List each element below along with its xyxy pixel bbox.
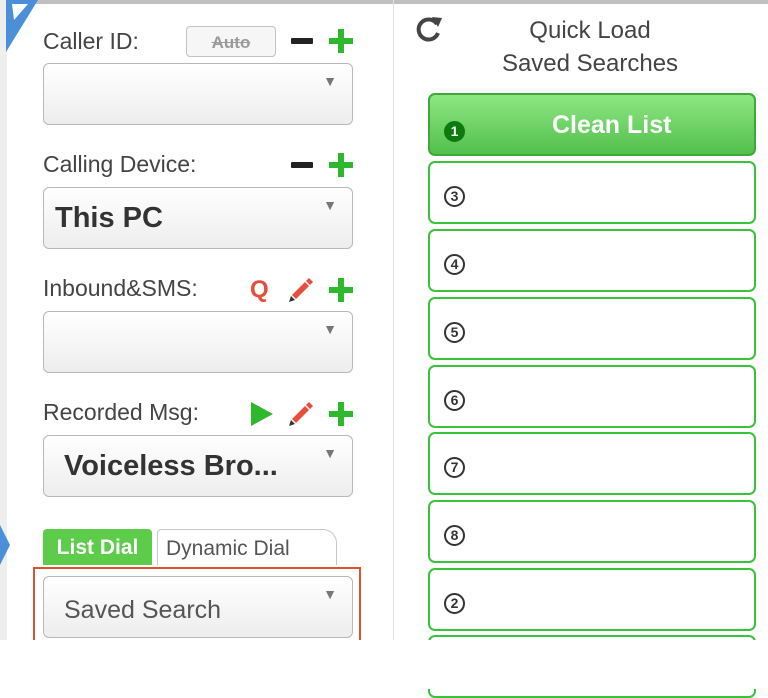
calling-device-label: Calling Device:	[43, 151, 197, 177]
q-icon[interactable]: Q	[250, 276, 269, 304]
slot-number-badge: 5	[444, 322, 465, 343]
caret-down-icon: ▼	[323, 197, 337, 213]
recorded-msg-add-icon[interactable]	[329, 402, 353, 426]
quick-load-slot-6[interactable]: 6	[428, 365, 756, 428]
tab-dynamic-dial[interactable]: Dynamic Dial	[157, 529, 337, 565]
caller-id-add-icon[interactable]	[329, 29, 353, 53]
recorded-msg-value: Voiceless Bro...	[64, 450, 278, 482]
top-border	[0, 0, 768, 4]
quick-load-slot-5[interactable]: 5	[428, 297, 756, 360]
auto-button[interactable]: Auto	[186, 26, 276, 57]
resize-corner-icon	[6, 0, 38, 52]
panel-divider	[393, 0, 394, 640]
saved-search-value: Saved Search	[64, 596, 222, 624]
slot-label: Clean List	[552, 111, 672, 139]
quick-load-title: Quick Load Saved Searches	[470, 14, 710, 80]
resize-edge-icon	[0, 525, 10, 565]
slot-number-badge: 1	[444, 121, 465, 142]
slot-number-badge: 4	[444, 254, 465, 275]
refresh-icon[interactable]	[414, 14, 444, 44]
inbound-sms-select[interactable]: ▼	[43, 311, 353, 373]
caret-down-icon: ▼	[323, 445, 337, 461]
quick-load-slot-7[interactable]: 7	[428, 432, 756, 495]
calling-device-add-icon[interactable]	[329, 153, 353, 177]
slot-number-badge: 7	[444, 457, 465, 478]
calling-device-select[interactable]: This PC ▼	[43, 187, 353, 249]
quick-load-title-line1: Quick Load	[529, 17, 651, 44]
quick-load-slot-8[interactable]: 8	[428, 500, 756, 563]
caret-down-icon: ▼	[323, 586, 337, 602]
tab-list-dial[interactable]: List Dial	[43, 529, 152, 565]
quick-load-slot-2[interactable]: 2	[428, 568, 756, 631]
slot-number-badge: 2	[444, 593, 465, 614]
calling-device-remove-icon[interactable]	[291, 162, 313, 168]
play-icon[interactable]	[251, 402, 273, 426]
caret-down-icon: ▼	[323, 321, 337, 337]
recorded-msg-pencil-icon[interactable]	[288, 401, 314, 427]
quick-load-slot-4[interactable]: 4	[428, 229, 756, 292]
recorded-msg-select[interactable]: Voiceless Bro... ▼	[43, 435, 353, 497]
caret-down-icon: ▼	[323, 73, 337, 89]
slot-number-badge: 3	[444, 186, 465, 207]
quick-load-slot-3[interactable]: 3	[428, 161, 756, 224]
slot-number-badge: 6	[444, 390, 465, 411]
recorded-msg-label: Recorded Msg:	[43, 399, 199, 425]
caller-id-remove-icon[interactable]	[291, 38, 313, 44]
caller-id-select[interactable]: ▼	[43, 63, 353, 125]
inbound-sms-add-icon[interactable]	[329, 278, 353, 302]
quick-load-title-line2: Saved Searches	[501, 50, 679, 77]
inbound-sms-label: Inbound&SMS:	[43, 275, 198, 301]
caller-id-label: Caller ID:	[43, 28, 139, 54]
inbound-sms-pencil-icon[interactable]	[288, 277, 314, 303]
slot-number-badge: 8	[444, 525, 465, 546]
calling-device-value: This PC	[55, 202, 163, 234]
quick-load-slot-1[interactable]: 1 Clean List	[428, 93, 756, 156]
saved-search-select[interactable]: Saved Search ▼	[43, 576, 353, 638]
bottom-margin	[0, 640, 768, 689]
